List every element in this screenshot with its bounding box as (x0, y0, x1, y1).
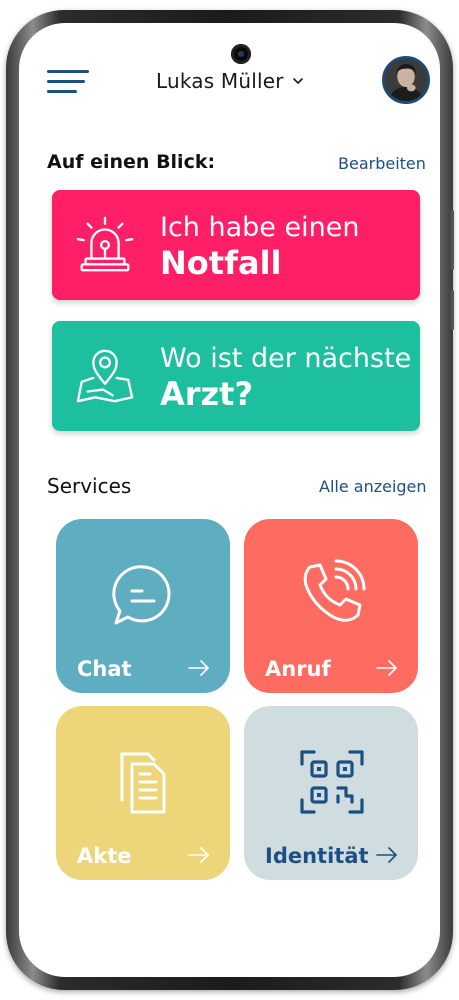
doctor-line2: Arzt? (160, 375, 254, 413)
user-name: Lukas Müller (156, 69, 284, 93)
user-switcher[interactable]: Lukas Müller (156, 66, 304, 96)
documents-icon (120, 752, 166, 814)
map-pin-icon (76, 349, 134, 403)
doctor-line1: Wo ist der nächste (160, 343, 412, 374)
siren-icon (76, 216, 134, 272)
chevron-down-icon (292, 78, 303, 84)
services-title: Services (47, 474, 132, 498)
nearest-doctor-button[interactable]: Wo ist der nächste Arzt? (52, 321, 420, 431)
avatar-photo (385, 59, 427, 101)
service-tile-records[interactable]: Akte (56, 706, 230, 880)
tile-label-chat: Chat (77, 657, 132, 681)
front-camera (231, 44, 251, 64)
power-button (451, 290, 454, 330)
phone-call-icon (303, 559, 366, 622)
arrow-right-icon (188, 847, 209, 863)
chat-bubble-icon (112, 565, 171, 625)
app-screen: Lukas Müller Auf einen Blick: Bearbeiten (19, 23, 440, 977)
show-all-link[interactable]: Alle anzeigen (319, 477, 427, 496)
edit-link[interactable]: Bearbeiten (338, 154, 426, 173)
overview-title: Auf einen Blick: (47, 151, 216, 173)
arrow-right-icon (376, 660, 397, 676)
emergency-line1: Ich habe einen (160, 212, 360, 243)
tile-label-call: Anruf (265, 657, 331, 681)
qr-code-icon (300, 750, 364, 814)
arrow-right-icon (188, 660, 209, 676)
service-tile-call[interactable]: Anruf (244, 519, 418, 693)
arrow-right-icon (376, 847, 397, 863)
user-avatar[interactable] (382, 56, 430, 104)
hamburger-menu-icon[interactable] (47, 68, 91, 98)
emergency-button[interactable]: Ich habe einen Notfall (52, 190, 420, 300)
tile-label-records: Akte (77, 844, 132, 868)
volume-button (451, 210, 454, 270)
tile-label-identity: Identität (265, 844, 369, 868)
service-tile-identity[interactable]: Identität (244, 706, 418, 880)
service-tile-chat[interactable]: Chat (56, 519, 230, 693)
phone-frame: Lukas Müller Auf einen Blick: Bearbeiten (6, 10, 454, 990)
emergency-line2: Notfall (160, 244, 282, 282)
